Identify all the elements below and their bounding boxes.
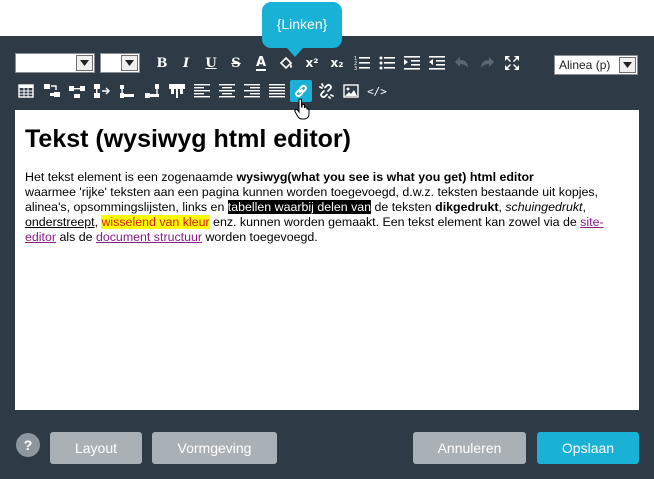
- superscript-icon: x²: [305, 56, 319, 70]
- cancel-button[interactable]: Annuleren: [413, 432, 526, 464]
- strikethrough-button[interactable]: S: [225, 52, 247, 74]
- delete-row-icon: [119, 83, 135, 99]
- underlined-text: onderstreept: [25, 215, 95, 229]
- align-center-button[interactable]: [216, 80, 238, 102]
- text-segment: worden toegevoegd.: [202, 230, 318, 244]
- align-justify-button[interactable]: [266, 80, 288, 102]
- align-right-icon: [244, 83, 260, 99]
- merge-cells-button[interactable]: [166, 80, 188, 102]
- redo-icon: [479, 55, 495, 71]
- hand-pointer-icon: [294, 98, 310, 120]
- align-justify-icon: [269, 83, 285, 99]
- help-label: ?: [23, 437, 33, 453]
- text-color-button[interactable]: A: [250, 52, 272, 74]
- save-button[interactable]: Opslaan: [537, 432, 639, 464]
- source-code-icon: </>: [367, 84, 387, 98]
- delete-column-button[interactable]: [141, 80, 163, 102]
- underline-button[interactable]: U: [200, 52, 222, 74]
- editor-dialog: {Linken} B I U S A x² x₂ 123 Alinea (p) …: [0, 0, 654, 479]
- text-color-icon: A: [255, 54, 267, 71]
- delete-column-icon: [144, 83, 160, 99]
- text-segment: de teksten: [371, 200, 436, 214]
- text-segment: enz. kunnen worden gemaakt. Een tekst el…: [209, 215, 581, 229]
- insert-row-before-icon: [44, 83, 60, 99]
- text-segment: ,: [582, 200, 586, 214]
- vormgeving-button[interactable]: Vormgeving: [152, 432, 277, 464]
- bold-text: wysiwyg(what you see is what you get) ht…: [236, 170, 534, 184]
- italic-icon: I: [182, 55, 190, 71]
- strikethrough-icon: S: [231, 55, 241, 71]
- align-left-button[interactable]: [191, 80, 213, 102]
- bold-text: dikgedrukt: [435, 200, 499, 214]
- outdent-icon: [429, 55, 445, 71]
- numbered-list-button[interactable]: 123: [351, 52, 373, 74]
- link-tooltip: {Linken}: [262, 2, 342, 57]
- bullet-list-icon: [379, 55, 395, 71]
- bullet-list-button[interactable]: [376, 52, 398, 74]
- block-format-select[interactable]: Alinea (p): [554, 55, 638, 75]
- image-button[interactable]: [340, 80, 362, 102]
- font-size-select[interactable]: [100, 53, 140, 73]
- insert-column-after-icon: [94, 83, 110, 99]
- editor-heading: Tekst (wysiwyg html editor): [25, 125, 351, 153]
- paint-bucket-icon: [278, 55, 294, 71]
- bold-button[interactable]: B: [151, 52, 173, 74]
- subscript-button[interactable]: x₂: [326, 52, 348, 74]
- chevron-down-icon: [76, 55, 93, 71]
- indent-button[interactable]: [401, 52, 423, 74]
- save-label: Opslaan: [561, 440, 615, 456]
- fullscreen-icon: [504, 55, 520, 71]
- colored-text: wisselend van kleur: [101, 215, 210, 229]
- align-center-icon: [219, 83, 235, 99]
- editor-paragraph: Het tekst element is een zogenaamde wysi…: [25, 170, 629, 245]
- link-icon: [293, 83, 309, 99]
- redo-button[interactable]: [476, 52, 498, 74]
- help-button[interactable]: ?: [16, 433, 40, 457]
- tooltip-text: {Linken}: [276, 16, 328, 32]
- underline-icon: U: [205, 55, 217, 71]
- chevron-down-icon: [121, 55, 138, 71]
- fullscreen-button[interactable]: [501, 52, 523, 74]
- text-segment: Het tekst element is een zogenaamde: [25, 170, 237, 184]
- block-format-value: Alinea (p): [559, 58, 611, 72]
- highlighted-text: tabellen waarbij delen van: [227, 200, 372, 214]
- font-family-select[interactable]: [15, 53, 95, 73]
- unlink-button[interactable]: [315, 80, 337, 102]
- vormgeving-label: Vormgeving: [177, 440, 252, 456]
- insert-row-after-icon: [69, 83, 85, 99]
- indent-icon: [404, 55, 420, 71]
- insert-row-before-button[interactable]: [41, 80, 63, 102]
- cancel-label: Annuleren: [437, 440, 502, 456]
- table-button[interactable]: [15, 80, 37, 102]
- insert-column-after-button[interactable]: [91, 80, 113, 102]
- subscript-icon: x₂: [330, 56, 344, 70]
- document-structure-link[interactable]: document structuur: [96, 230, 202, 244]
- numbered-list-icon: 123: [354, 55, 370, 71]
- svg-text:3: 3: [354, 66, 357, 71]
- delete-row-button[interactable]: [116, 80, 138, 102]
- align-left-icon: [194, 83, 210, 99]
- undo-icon: [454, 55, 470, 71]
- layout-label: Layout: [74, 440, 118, 456]
- merge-cells-icon: [169, 83, 185, 99]
- table-icon: [18, 83, 34, 99]
- undo-button[interactable]: [451, 52, 473, 74]
- insert-row-after-button[interactable]: [66, 80, 88, 102]
- align-right-button[interactable]: [241, 80, 263, 102]
- italic-button[interactable]: I: [175, 52, 197, 74]
- text-segment: als de: [56, 230, 96, 244]
- italic-text: schuingedrukt: [505, 200, 583, 214]
- image-icon: [343, 83, 359, 99]
- unlink-icon: [318, 83, 334, 99]
- superscript-button[interactable]: x²: [301, 52, 323, 74]
- source-code-button[interactable]: </>: [366, 80, 388, 102]
- editor-content-area[interactable]: Tekst (wysiwyg html editor) Het tekst el…: [15, 110, 639, 410]
- layout-button[interactable]: Layout: [50, 432, 142, 464]
- chevron-down-icon: [619, 57, 636, 73]
- outdent-button[interactable]: [426, 52, 448, 74]
- bold-icon: B: [156, 55, 168, 71]
